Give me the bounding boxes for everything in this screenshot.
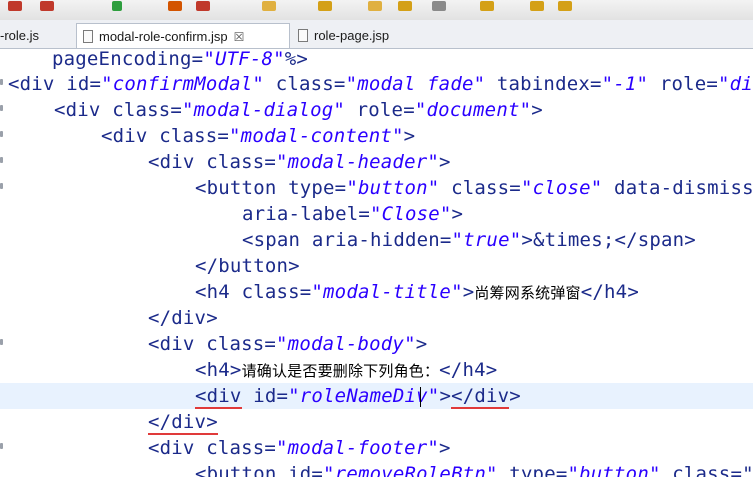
folder-icon[interactable]	[368, 1, 382, 11]
fold-marker[interactable]	[0, 157, 3, 163]
code-line: <div class="modal-dialog" role="document…	[54, 99, 543, 121]
debug-icon[interactable]	[8, 1, 22, 11]
stop-icon[interactable]	[40, 1, 54, 11]
tool-icon[interactable]	[196, 1, 210, 11]
code-editor[interactable]: pageEncoding="UTF-8"%> <div id="confirmM…	[0, 48, 753, 477]
close-icon[interactable]: ☒	[234, 30, 245, 44]
tab-role-page[interactable]: role-page.jsp	[292, 23, 422, 48]
tab-label: -role.js	[0, 28, 40, 43]
code-line: </div>	[148, 307, 218, 329]
file-icon	[83, 30, 93, 43]
fold-marker[interactable]	[0, 183, 3, 189]
run-icon[interactable]	[112, 1, 122, 11]
tab-role-js[interactable]: -role.js	[0, 23, 68, 48]
fold-marker[interactable]	[0, 79, 3, 85]
code-line: <div class="modal-content">	[101, 125, 416, 147]
tool-icon[interactable]	[432, 1, 446, 11]
code-line-current: <div id="roleNameDiv"></div>	[195, 385, 521, 409]
toolbar	[0, 0, 753, 21]
code-line: <div class="modal-footer">	[148, 437, 451, 459]
code-line: <div class="modal-body">	[148, 333, 428, 355]
tab-label: role-page.jsp	[314, 28, 390, 43]
code-line: <div id="confirmModal" class="modal fade…	[8, 73, 753, 95]
tab-label: modal-role-confirm.jsp	[99, 29, 228, 44]
tool-icon[interactable]	[480, 1, 494, 11]
fold-marker[interactable]	[0, 339, 3, 345]
code-line: <button id="removeRoleBtn" type="button"…	[195, 463, 753, 477]
tool-icon[interactable]	[168, 1, 182, 11]
forward-arrow-icon[interactable]	[558, 1, 572, 11]
folder-icon[interactable]	[262, 1, 276, 11]
code-line: pageEncoding="UTF-8"%>	[52, 48, 309, 70]
code-line: <h4 class="modal-title">尚筹网系统弹窗</h4>	[195, 281, 639, 303]
code-line: <div class="modal-header">	[148, 151, 451, 173]
editor-tab-bar: -role.js modal-role-confirm.jsp ☒ role-pa…	[0, 20, 753, 49]
fold-marker[interactable]	[0, 443, 3, 449]
code-line: <span aria-hidden="true">&times;</span>	[242, 229, 696, 251]
pencil-icon[interactable]	[398, 1, 412, 11]
code-line: </button>	[195, 255, 300, 277]
pencil-icon[interactable]	[318, 1, 332, 11]
code-line: </div>	[148, 411, 218, 435]
code-line: aria-label="Close">	[242, 203, 464, 225]
fold-marker[interactable]	[0, 131, 3, 137]
tab-modal-role-confirm[interactable]: modal-role-confirm.jsp ☒	[76, 23, 290, 48]
back-arrow-icon[interactable]	[530, 1, 544, 11]
code-line: <button type="button" class="close" data…	[195, 177, 753, 199]
text-caret	[420, 387, 421, 407]
code-line: <h4>请确认是否要删除下列角色：</h4>	[195, 359, 498, 381]
fold-marker[interactable]	[0, 105, 3, 111]
file-icon	[298, 29, 308, 42]
